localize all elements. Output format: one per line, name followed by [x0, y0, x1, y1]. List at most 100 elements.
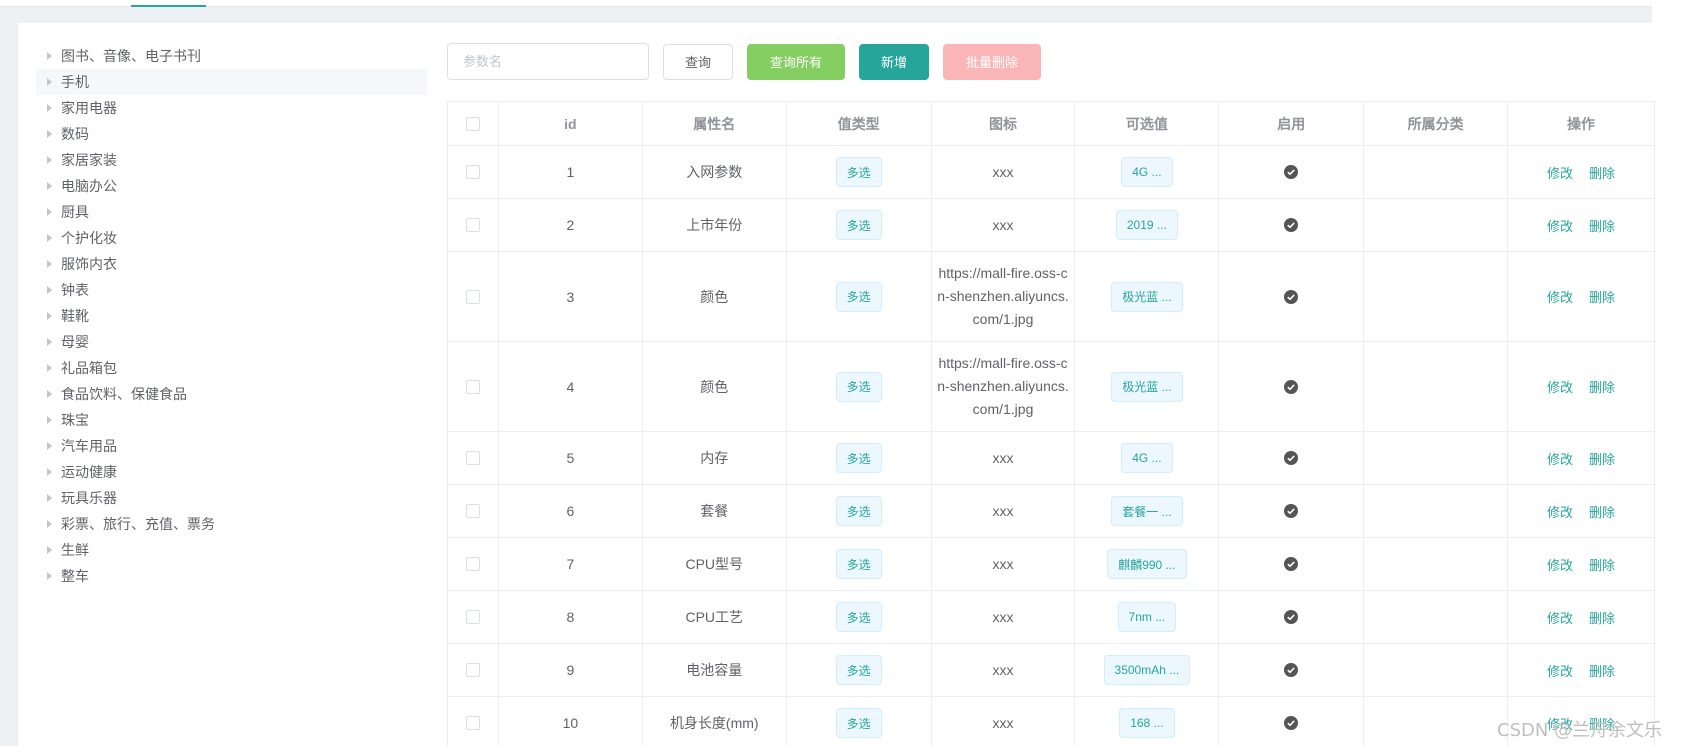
tree-node[interactable]: 鞋靴 [36, 303, 427, 329]
query-all-button[interactable]: 查询所有 [747, 43, 845, 80]
enabled-cell [1219, 252, 1365, 342]
caret-right-icon[interactable] [47, 104, 52, 112]
select-cell [448, 591, 499, 644]
tree-node[interactable]: 数码 [36, 121, 427, 147]
caret-right-icon[interactable] [47, 520, 52, 528]
caret-right-icon[interactable] [47, 364, 52, 372]
delete-link[interactable]: 删除 [1589, 555, 1615, 574]
caret-right-icon[interactable] [47, 182, 52, 190]
id-cell: 7 [498, 538, 643, 591]
row-checkbox[interactable] [465, 610, 480, 624]
options-cell: 2019 ... [1075, 199, 1220, 252]
caret-right-icon[interactable] [47, 416, 52, 424]
edit-link[interactable]: 修改 [1547, 661, 1573, 680]
tree-node[interactable]: 玩具乐器 [36, 485, 427, 511]
edit-link[interactable]: 修改 [1547, 377, 1573, 396]
edit-link[interactable]: 修改 [1547, 163, 1573, 182]
tree-node[interactable]: 运动健康 [36, 459, 427, 485]
table-row: 10 机身长度(mm) 多选 xxx 168 ... 修改 删除 [448, 697, 1655, 746]
tree-node[interactable]: 珠宝 [36, 407, 427, 433]
tree-node[interactable]: 食品饮料、保健食品 [36, 381, 427, 407]
caret-right-icon[interactable] [47, 312, 52, 320]
tree-node-label: 厨具 [61, 204, 89, 220]
tree-node[interactable]: 厨具 [36, 199, 427, 225]
select-all-checkbox[interactable] [465, 116, 480, 131]
tree-node[interactable]: 家用电器 [36, 95, 427, 121]
caret-right-icon[interactable] [47, 234, 52, 242]
caret-right-icon[interactable] [47, 130, 52, 138]
caret-right-icon[interactable] [47, 260, 52, 268]
delete-link[interactable]: 删除 [1589, 661, 1615, 680]
caret-right-icon[interactable] [47, 208, 52, 216]
value-type-tag: 多选 [835, 157, 882, 187]
select-cell [448, 432, 499, 485]
caret-right-icon[interactable] [47, 494, 52, 502]
tree-node[interactable]: 图书、音像、电子书刊 [36, 43, 427, 69]
caret-right-icon[interactable] [47, 572, 52, 580]
tree-node[interactable]: 礼品箱包 [36, 355, 427, 381]
delete-link[interactable]: 删除 [1589, 163, 1615, 182]
name-cell: 入网参数 [642, 146, 787, 199]
row-checkbox[interactable] [465, 557, 480, 571]
delete-link[interactable]: 删除 [1589, 377, 1615, 396]
tree-node[interactable]: 生鲜 [36, 537, 427, 563]
icon-value: xxx [992, 164, 1014, 180]
tree-node[interactable]: 家居家装 [36, 147, 427, 173]
table-header-row: id 属性名 值类型 图标 可选值 启用 所属分类 操作 [448, 102, 1655, 146]
options-cell: 168 ... [1075, 697, 1220, 746]
attribute-table: id 属性名 值类型 图标 可选值 启用 所属分类 操作 1 入网参数 多选 xxx 4… [447, 101, 1655, 746]
category-cell [1364, 199, 1509, 252]
caret-right-icon[interactable] [47, 442, 52, 450]
add-button[interactable]: 新增 [859, 43, 929, 80]
row-checkbox[interactable] [465, 379, 480, 394]
row-checkbox[interactable] [465, 165, 480, 179]
table-row: 7 CPU型号 多选 xxx 麒麟990 ... 修改 删除 [448, 538, 1655, 591]
row-checkbox[interactable] [465, 451, 480, 465]
tree-node[interactable]: 钟表 [36, 277, 427, 303]
row-checkbox[interactable] [465, 504, 480, 518]
top-nav-bar [0, 0, 1652, 7]
delete-link[interactable]: 删除 [1589, 287, 1615, 306]
tree-node[interactable]: 个护化妆 [36, 225, 427, 251]
param-name-search-input[interactable] [447, 43, 649, 80]
tree-node[interactable]: 汽车用品 [36, 433, 427, 459]
tree-node[interactable]: 服饰内衣 [36, 251, 427, 277]
tree-node-label: 服饰内衣 [61, 256, 117, 272]
enabled-cell [1219, 199, 1365, 252]
tree-node[interactable]: 彩票、旅行、充值、票务 [36, 511, 427, 537]
check-circle-icon [1284, 504, 1299, 518]
row-checkbox[interactable] [465, 218, 480, 232]
caret-right-icon[interactable] [47, 286, 52, 294]
tree-node[interactable]: 整车 [36, 563, 427, 589]
tree-node[interactable]: 电脑办公 [36, 173, 427, 199]
select-cell [448, 697, 499, 746]
row-checkbox[interactable] [465, 289, 480, 304]
caret-right-icon[interactable] [47, 390, 52, 398]
tree-node[interactable]: 手机 [36, 69, 427, 95]
header-value-type: 值类型 [786, 102, 932, 146]
delete-link[interactable]: 删除 [1589, 449, 1615, 468]
icon-value: xxx [992, 556, 1014, 572]
caret-right-icon[interactable] [47, 546, 52, 554]
row-checkbox[interactable] [465, 663, 480, 677]
query-button[interactable]: 查询 [663, 43, 733, 80]
edit-link[interactable]: 修改 [1547, 608, 1573, 627]
caret-right-icon[interactable] [47, 78, 52, 86]
caret-right-icon[interactable] [47, 338, 52, 346]
edit-link[interactable]: 修改 [1547, 449, 1573, 468]
delete-link[interactable]: 删除 [1589, 502, 1615, 521]
tree-node-label: 彩票、旅行、充值、票务 [61, 516, 215, 532]
caret-right-icon[interactable] [47, 52, 52, 60]
delete-link[interactable]: 删除 [1589, 608, 1615, 627]
delete-link[interactable]: 删除 [1589, 216, 1615, 235]
row-checkbox[interactable] [465, 716, 480, 730]
tree-node[interactable]: 母婴 [36, 329, 427, 355]
category-tree: 图书、音像、电子书刊 手机 家用电器 数码 家居家装 电脑办公厨具个护化妆服饰内衣钟表 鞋靴… [36, 43, 427, 589]
edit-link[interactable]: 修改 [1547, 502, 1573, 521]
edit-link[interactable]: 修改 [1547, 555, 1573, 574]
edit-link[interactable]: 修改 [1547, 216, 1573, 235]
caret-right-icon[interactable] [47, 468, 52, 476]
caret-right-icon[interactable] [47, 156, 52, 164]
value-type-tag: 多选 [835, 281, 882, 312]
edit-link[interactable]: 修改 [1547, 287, 1573, 306]
